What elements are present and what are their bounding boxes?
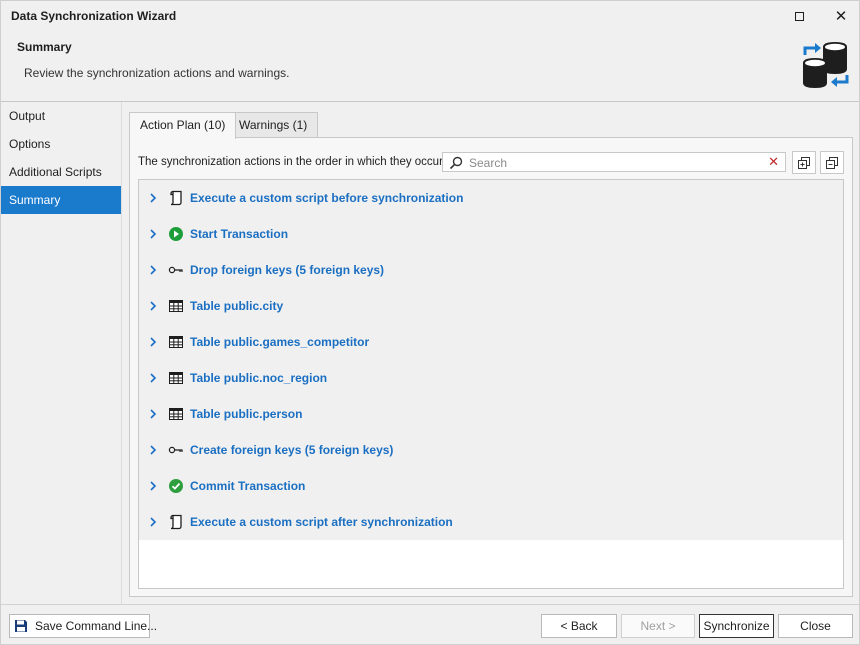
chevron-right-icon[interactable] [148,516,158,528]
action-row[interactable]: Drop foreign keys (5 foreign keys) [139,252,843,288]
chevron-right-icon[interactable] [148,300,158,312]
action-row[interactable]: Execute a custom script before synchroni… [139,180,843,216]
play-icon [169,227,183,241]
maximize-button[interactable] [779,1,819,31]
page-description: Review the synchronization actions and w… [24,66,290,80]
table-icon [169,336,183,348]
script-icon [170,190,182,206]
action-plan-caption: The synchronization actions in the order… [138,156,446,168]
action-row[interactable]: Create foreign keys (5 foreign keys) [139,432,843,468]
clear-search-icon[interactable]: ✕ [768,154,779,170]
title-bar: Data Synchronization Wizard ✕ [1,1,859,31]
chevron-right-icon[interactable] [148,480,158,492]
action-label: Start Transaction [190,227,289,241]
expand-all-button[interactable] [792,151,816,174]
action-row[interactable]: Commit Transaction [139,468,843,504]
header-divider [1,101,859,102]
search-input[interactable] [469,155,759,170]
table-icon [169,372,183,384]
chevron-right-icon[interactable] [148,408,158,420]
action-label: Table public.city [190,299,284,313]
tab-warnings[interactable]: Warnings (1) [228,112,319,138]
table-icon [169,300,183,312]
table-icon [169,408,183,420]
chevron-right-icon[interactable] [148,444,158,456]
maximize-icon [794,11,804,21]
window-title: Data Synchronization Wizard [11,9,177,23]
action-list-rows: Execute a custom script before synchroni… [139,180,843,540]
action-label: Table public.games_competitor [190,335,370,349]
save-command-line-label: Save Command Line... [35,619,158,633]
key-icon [168,446,183,454]
save-command-line-button[interactable]: Save Command Line... [9,614,157,638]
chevron-right-icon[interactable] [148,192,158,204]
sidebar-item-output[interactable]: Output [1,102,121,130]
action-plan-panel: The synchronization actions in the order… [129,137,853,597]
action-row[interactable]: Table public.games_competitor [139,324,843,360]
chevron-right-icon[interactable] [148,336,158,348]
action-row[interactable]: Table public.noc_region [139,360,843,396]
search-icon [449,156,463,170]
tab-action-plan[interactable]: Action Plan (10) [129,112,237,139]
wizard-sidebar: Output Options Additional Scripts Summar… [1,102,122,605]
script-icon [170,514,182,530]
wizard-header: Summary Review the synchronization actio… [1,31,859,101]
collapse-all-icon [826,156,838,169]
chevron-right-icon[interactable] [148,264,158,276]
key-icon [168,266,183,274]
action-label: Table public.noc_region [190,371,328,385]
chevron-right-icon[interactable] [148,372,158,384]
save-icon [15,620,27,632]
action-label: Create foreign keys (5 foreign keys) [190,443,394,457]
close-window-button[interactable]: ✕ [821,1,860,31]
sidebar-item-options[interactable]: Options [1,130,121,158]
sidebar-item-additional-scripts[interactable]: Additional Scripts [1,158,121,186]
action-row[interactable]: Execute a custom script after synchroniz… [139,504,843,540]
check-icon [169,479,183,493]
action-label: Execute a custom script before synchroni… [190,191,464,205]
action-row[interactable]: Table public.person [139,396,843,432]
close-button[interactable]: Close [778,614,853,638]
action-list: Execute a custom script before synchroni… [138,179,844,589]
action-label: Commit Transaction [190,479,306,493]
next-button[interactable]: Next > [621,614,695,638]
back-button[interactable]: < Back [541,614,617,638]
collapse-all-button[interactable] [820,151,844,174]
page-title: Summary [17,40,72,54]
synchronize-button[interactable]: Synchronize [699,614,774,638]
footer-divider [1,604,859,605]
action-row[interactable]: Table public.city [139,288,843,324]
action-label: Drop foreign keys (5 foreign keys) [190,263,385,277]
action-label: Execute a custom script after synchroniz… [190,515,453,529]
wizard-window: Data Synchronization Wizard ✕ Summary Re… [0,0,860,645]
expand-all-icon [798,156,810,169]
search-box[interactable]: ✕ [442,152,786,172]
action-label: Table public.person [190,407,303,421]
action-row[interactable]: Start Transaction [139,216,843,252]
chevron-right-icon[interactable] [148,228,158,240]
database-sync-icon [803,42,849,88]
sidebar-item-summary[interactable]: Summary [1,186,121,214]
